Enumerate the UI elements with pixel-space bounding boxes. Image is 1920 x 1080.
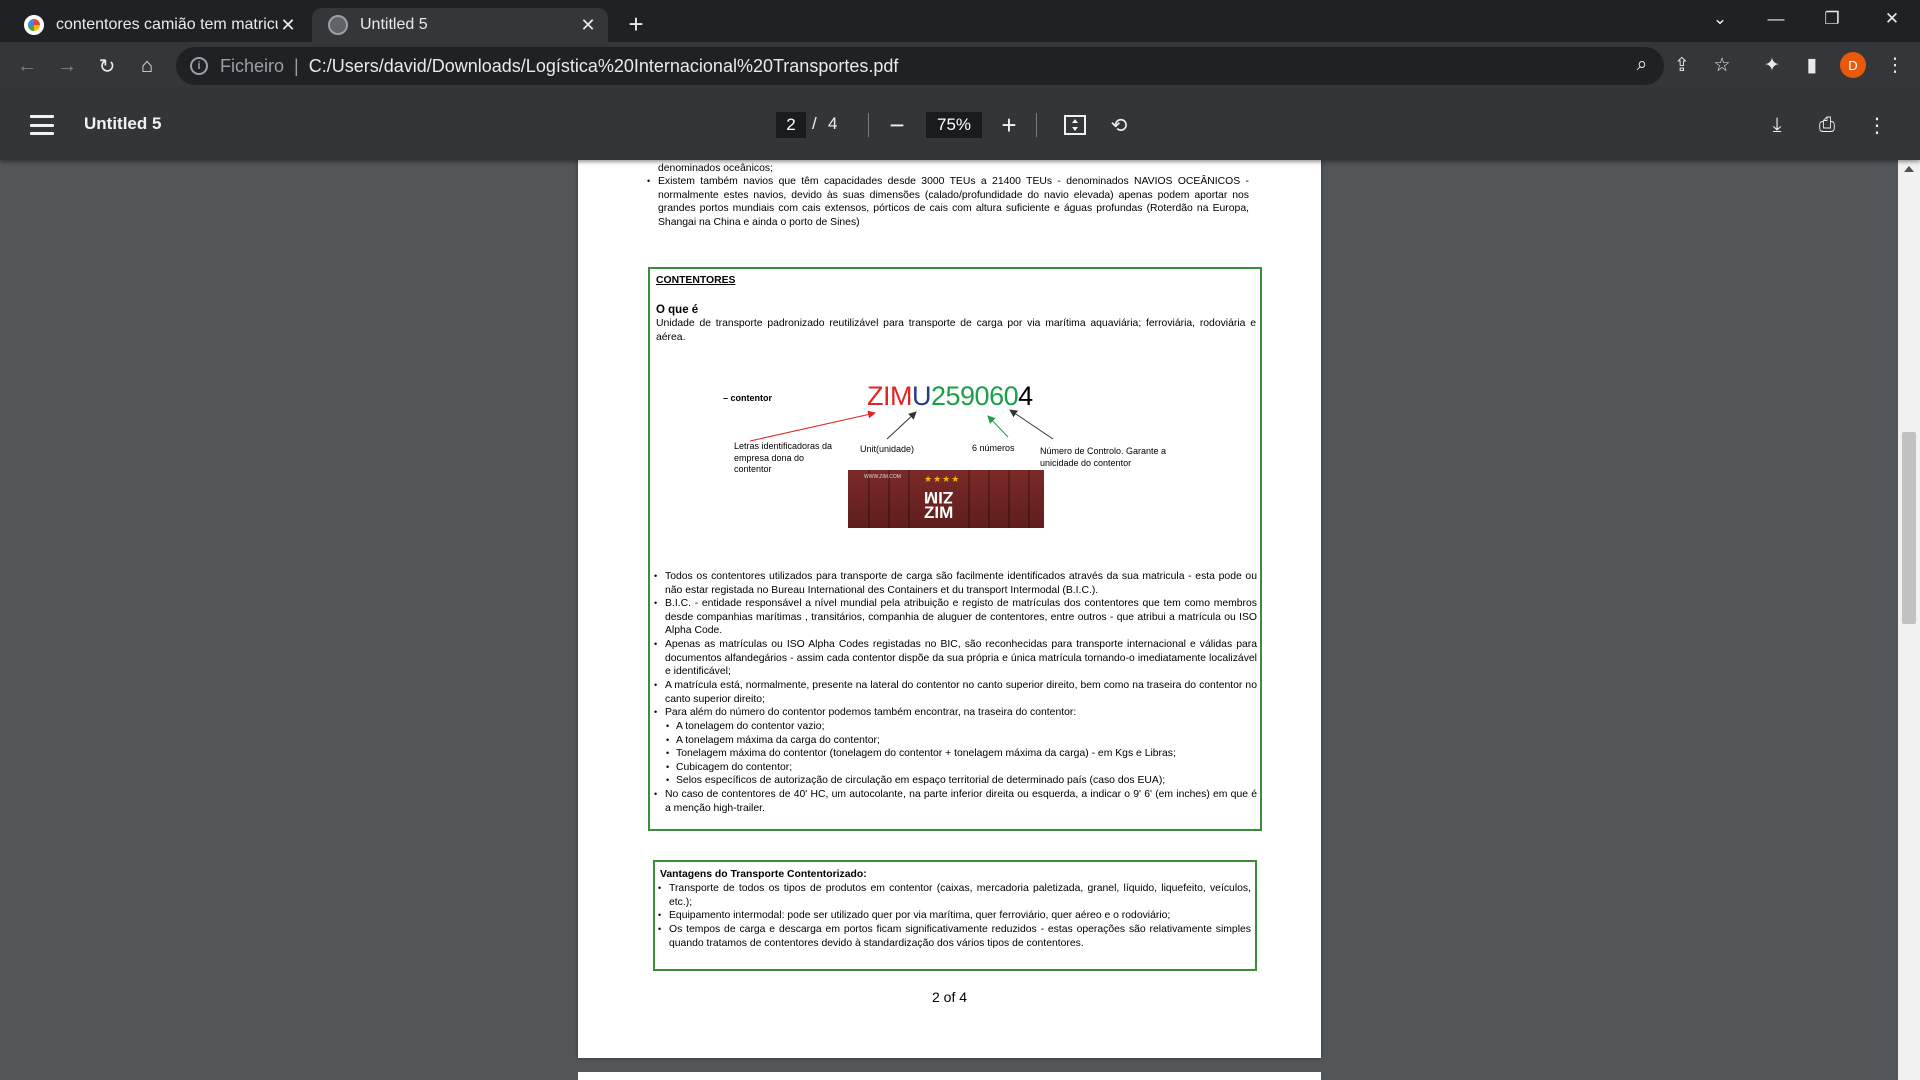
bullet-item: Transporte de todos os tipos de produtos… xyxy=(658,882,1251,909)
site-info-icon[interactable]: i xyxy=(190,57,208,75)
page-total: 4 xyxy=(828,114,838,133)
label-unit: Unit(unidade) xyxy=(860,444,915,454)
tab-title: contentores camião tem matricula xyxy=(56,16,278,33)
address-bar[interactable]: i Ficheiro | C:/Users/david/Downloads/Lo… xyxy=(176,47,1664,85)
pdf-toolbar: Untitled 5 2 / 4 − 75% + ⟲ ⤓ ⎙ ⋮ xyxy=(0,90,1920,160)
paragraph-bullet: Existem também navios que têm capacidade… xyxy=(647,175,1249,229)
zim-logo: ZIM ZIM xyxy=(924,488,954,522)
zoom-icon[interactable]: ⌕ xyxy=(1627,50,1657,80)
close-tab-icon[interactable]: ✕ xyxy=(278,15,298,35)
page-separator: / xyxy=(812,114,817,133)
reload-button[interactable]: ↻ xyxy=(91,50,123,82)
profile-avatar[interactable]: D xyxy=(1840,52,1866,78)
minimize-button[interactable]: — xyxy=(1748,0,1804,38)
sub-bullet-item: A tonelagem do contentor vazio; xyxy=(666,720,824,734)
sub-bullet-item: Cubicagem do contentor; xyxy=(666,761,792,775)
globe-icon xyxy=(328,15,348,35)
scheme-label: Ficheiro xyxy=(220,55,285,76)
label-check: Número de Controlo. Garante a unicidade … xyxy=(1040,446,1167,468)
document-title: Untitled 5 xyxy=(84,114,162,133)
back-button[interactable]: ← xyxy=(11,50,43,82)
side-panel-icon[interactable]: ▮ xyxy=(1797,50,1827,80)
close-tab-icon[interactable]: ✕ xyxy=(578,15,598,35)
bullet-item: Equipamento intermodal: pode ser utiliza… xyxy=(658,909,1251,923)
bullet-item: Todos os contentores utilizados para tra… xyxy=(654,570,1257,597)
tab-untitled-5[interactable]: Untitled 5 ✕ xyxy=(312,8,608,42)
extensions-icon[interactable]: ✦ xyxy=(1757,50,1787,80)
bookmark-star-icon[interactable]: ☆ xyxy=(1707,50,1737,80)
sub-bullet-item: Selos específicos de autorização de circ… xyxy=(666,774,1165,788)
paragraph-line: denominados oceânicos; xyxy=(658,163,773,174)
bullet-item: Para além do número do contentor podemos… xyxy=(654,706,1257,720)
sub-bullet-item: Tonelagem máxima do contentor (tonelagem… xyxy=(666,747,1176,761)
rotate-icon[interactable]: ⟲ xyxy=(1104,110,1134,140)
containers-section-box: CONTENTORES O que é Unidade de transport… xyxy=(648,267,1262,831)
container-photo: WWW.ZIM.COM ★★★★ ZIM ZIM xyxy=(848,470,1044,528)
sub-bullet-item: A tonelagem máxima da carga do contentor… xyxy=(666,734,880,748)
scrollbar-thumb[interactable] xyxy=(1902,432,1916,624)
browser-menu-icon[interactable]: ⋮ xyxy=(1880,50,1910,80)
zoom-out-button[interactable]: − xyxy=(882,110,912,140)
page-number-input[interactable]: 2 xyxy=(776,112,806,138)
arrow-unit xyxy=(886,411,917,440)
download-icon[interactable]: ⤓ xyxy=(1762,110,1792,140)
tab-search-icon[interactable]: ⌄ xyxy=(1692,0,1748,38)
page-footer: 2 of 4 xyxy=(931,989,968,1005)
forward-button[interactable]: → xyxy=(51,50,83,82)
tab-strip: contentores camião tem matricula ✕ Untit… xyxy=(0,0,1920,42)
advantages-section-box: Vantagens do Transporte Contentorizado: … xyxy=(653,860,1257,971)
next-pdf-page xyxy=(578,1072,1321,1080)
toolbar-divider xyxy=(868,113,869,137)
section-heading: Vantagens do Transporte Contentorizado: xyxy=(660,869,867,880)
share-icon[interactable]: ⇪ xyxy=(1667,50,1697,80)
sidebar-menu-icon[interactable] xyxy=(28,112,56,138)
close-window-button[interactable]: ✕ xyxy=(1864,0,1920,38)
home-button[interactable]: ⌂ xyxy=(131,50,163,82)
arrow-numbers xyxy=(987,415,1009,438)
label-numbers: 6 números xyxy=(972,443,1015,453)
zoom-in-button[interactable]: + xyxy=(994,110,1024,140)
browser-toolbar: ← → ↻ ⌂ i Ficheiro | C:/Users/david/Down… xyxy=(0,42,1920,90)
fit-to-page-icon[interactable] xyxy=(1060,110,1090,140)
tab-title: Untitled 5 xyxy=(360,16,428,33)
restore-button[interactable]: ❐ xyxy=(1804,0,1860,38)
print-icon[interactable]: ⎙ xyxy=(1812,110,1842,140)
bullet-item: Os tempos de carga e descarga em portos … xyxy=(658,923,1251,950)
more-actions-icon[interactable]: ⋮ xyxy=(1862,110,1892,140)
toolbar-divider xyxy=(1036,113,1037,137)
tab-google-search[interactable]: contentores camião tem matricula ✕ xyxy=(8,8,308,42)
label-owner: Letras identificadoras da empresa dona d… xyxy=(734,441,833,474)
vertical-scrollbar[interactable] xyxy=(1898,160,1920,1080)
pdf-page: denominados oceânicos; Existem também na… xyxy=(578,160,1321,1058)
arrow-check xyxy=(1009,409,1054,440)
zoom-level-input[interactable]: 75% xyxy=(926,112,982,138)
new-tab-button[interactable]: + xyxy=(620,8,652,40)
container-stars: ★★★★ xyxy=(924,474,961,484)
scroll-up-arrow-icon[interactable] xyxy=(1904,166,1914,172)
bullet-item: A matrícula está, normalmente, presente … xyxy=(654,679,1257,706)
scheme-separator: | xyxy=(294,55,299,76)
bullet-item: B.I.C. - entidade responsável a nível mu… xyxy=(654,597,1257,638)
url-text: C:/Users/david/Downloads/Logística%20Int… xyxy=(308,55,899,76)
bullet-item: Apenas as matrículas ou ISO Alpha Codes … xyxy=(654,638,1257,679)
bullet-item: No caso de contentores de 40' HC, um aut… xyxy=(654,788,1257,815)
arrow-owner xyxy=(749,410,876,442)
google-icon xyxy=(24,15,44,35)
container-url-text: WWW.ZIM.COM xyxy=(864,474,901,480)
